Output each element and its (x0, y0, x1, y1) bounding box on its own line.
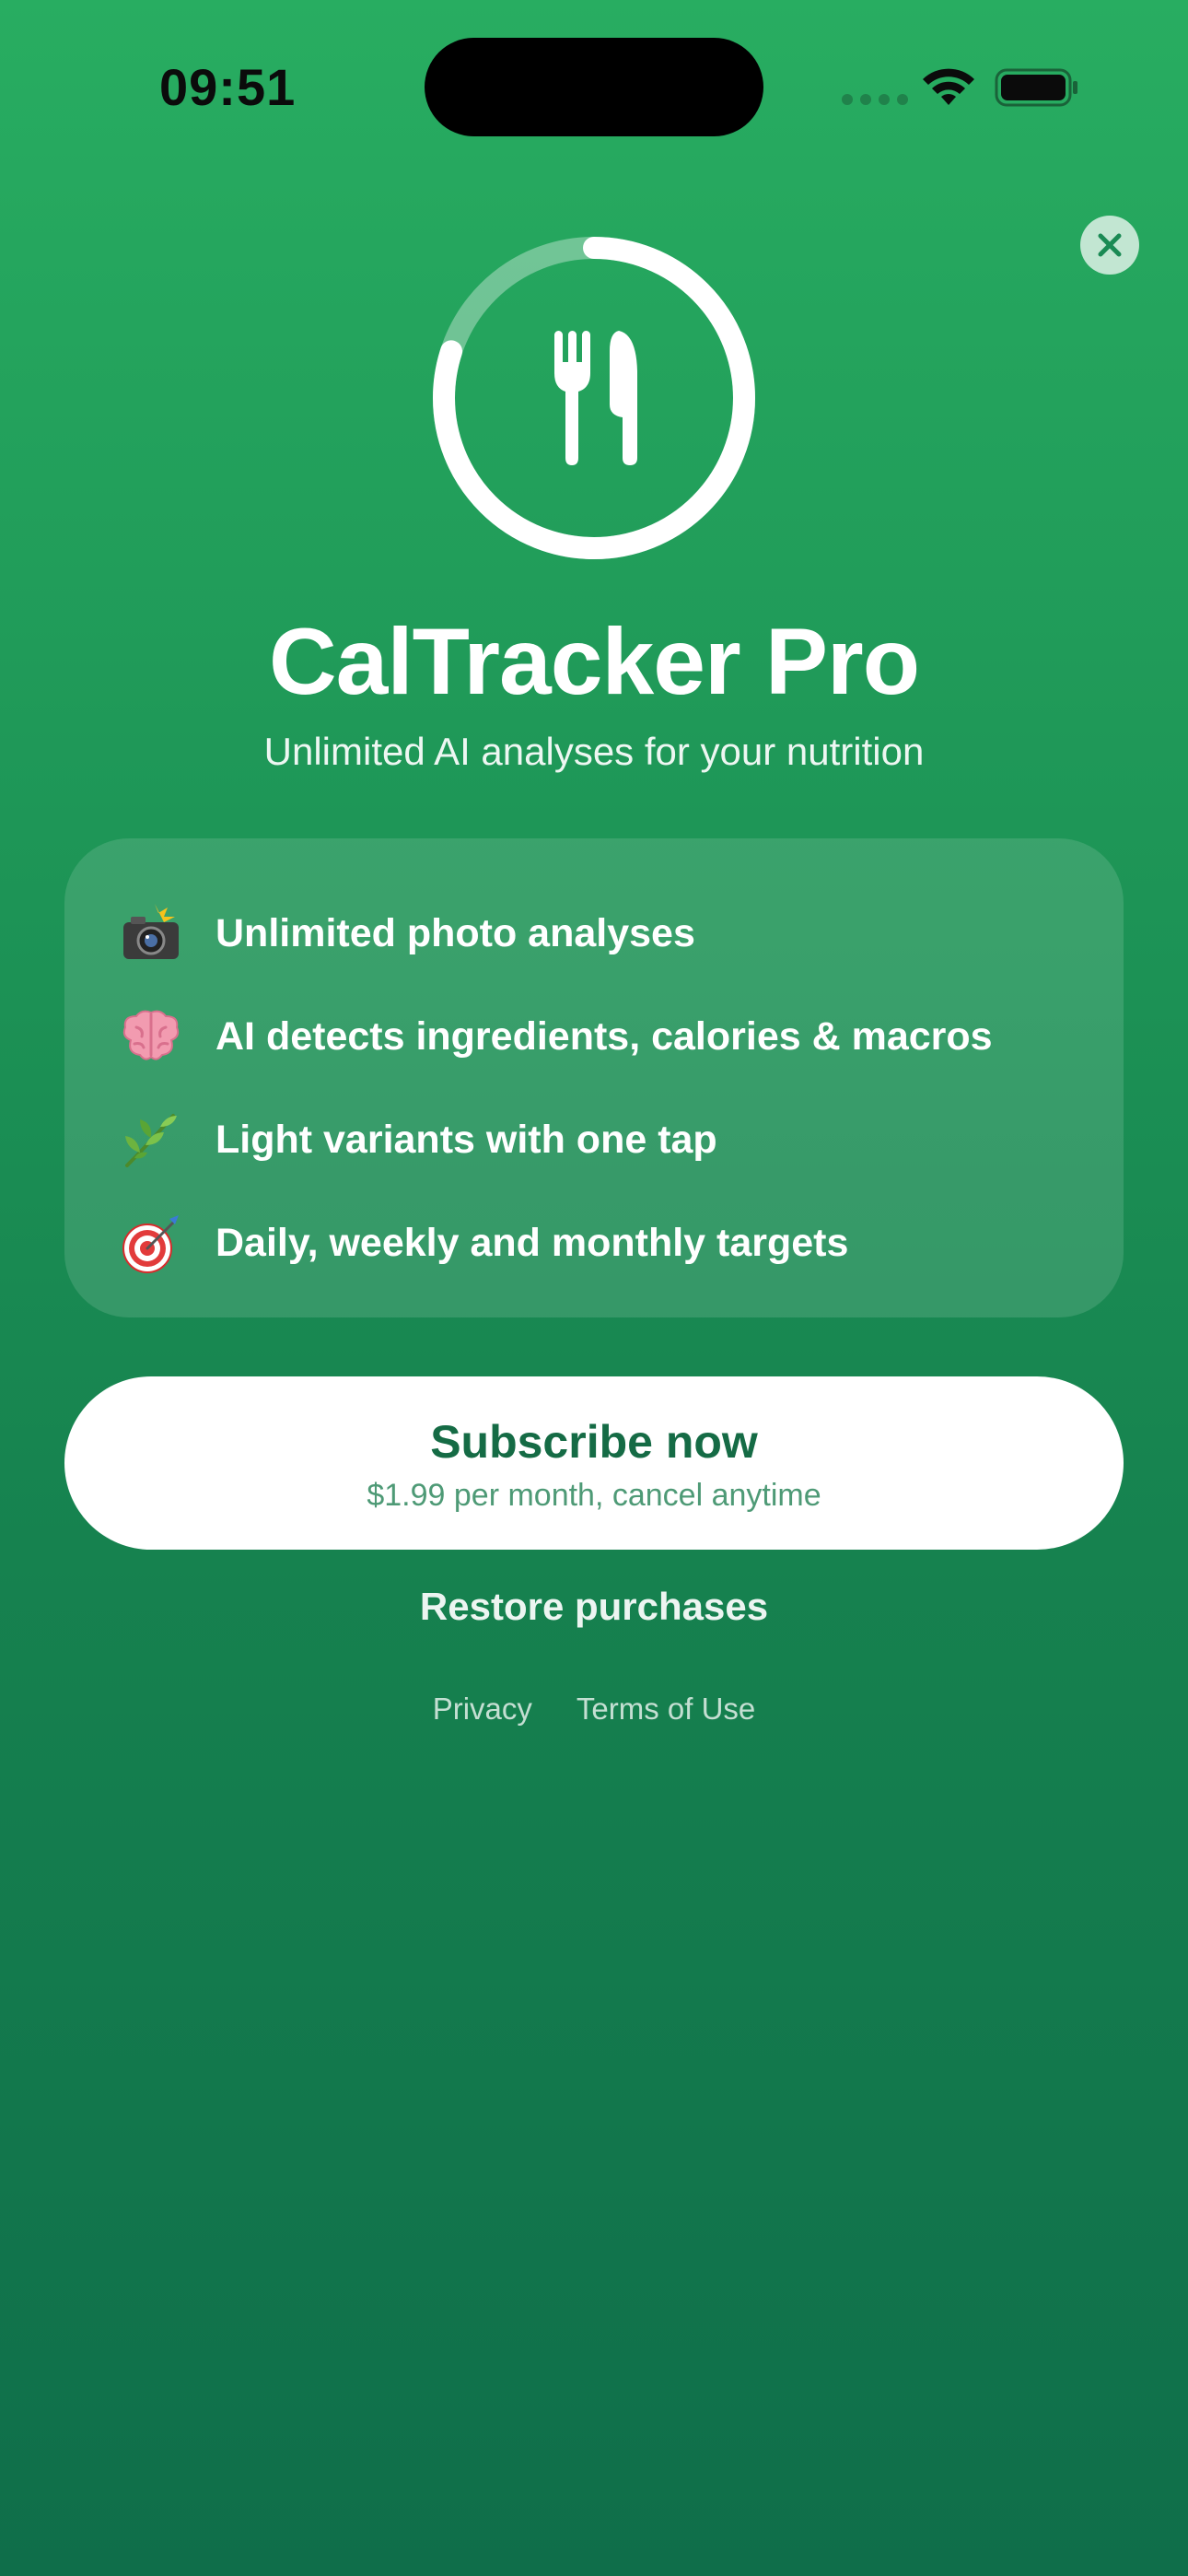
privacy-link[interactable]: Privacy (433, 1692, 532, 1727)
feature-item: AI detects ingredients, calories & macro… (118, 1004, 993, 1069)
subscribe-button[interactable]: Subscribe now $1.99 per month, cancel an… (64, 1376, 1124, 1550)
paywall-screen: 09:51 CalTracker Pro Unlimited AI analys… (0, 0, 1188, 2576)
camera-flash-icon (123, 904, 179, 959)
app-subtitle: Unlimited AI analyses for your nutrition (263, 730, 925, 773)
terms-link[interactable]: Terms of Use (577, 1692, 755, 1727)
feature-label: AI detects ingredients, calories & macro… (215, 1013, 993, 1059)
feature-label: Unlimited photo analyses (215, 910, 695, 955)
close-button[interactable] (1080, 216, 1139, 275)
feature-item: Light variants with one tap (118, 1107, 717, 1172)
wifi-icon (923, 68, 974, 105)
dynamic-island (425, 38, 763, 136)
feature-item: Unlimited photo analyses (118, 901, 695, 966)
herb-icon (125, 1114, 177, 1167)
app-title: CalTracker Pro (268, 609, 920, 714)
status-time: 09:51 (159, 58, 297, 116)
subscribe-label: Subscribe now (430, 1416, 758, 1468)
target-icon (122, 1215, 179, 1273)
feature-label: Light variants with one tap (215, 1117, 717, 1162)
feature-label: Daily, weekly and monthly targets (215, 1220, 849, 1265)
brain-icon (122, 1010, 180, 1060)
battery-icon (995, 68, 1077, 107)
restore-purchases-link[interactable]: Restore purchases (0, 1585, 1188, 1629)
cellular-signal-icon (842, 94, 908, 105)
close-icon (1098, 233, 1122, 257)
features-card: Unlimited photo analyses AI detects ingr… (64, 838, 1124, 1317)
fork-knife-icon (554, 331, 637, 465)
subscribe-price: $1.99 per month, cancel anytime (367, 1478, 821, 1513)
footer-links: Privacy Terms of Use (0, 1692, 1188, 1727)
feature-item: Daily, weekly and monthly targets (118, 1211, 848, 1275)
app-logo (433, 237, 755, 559)
